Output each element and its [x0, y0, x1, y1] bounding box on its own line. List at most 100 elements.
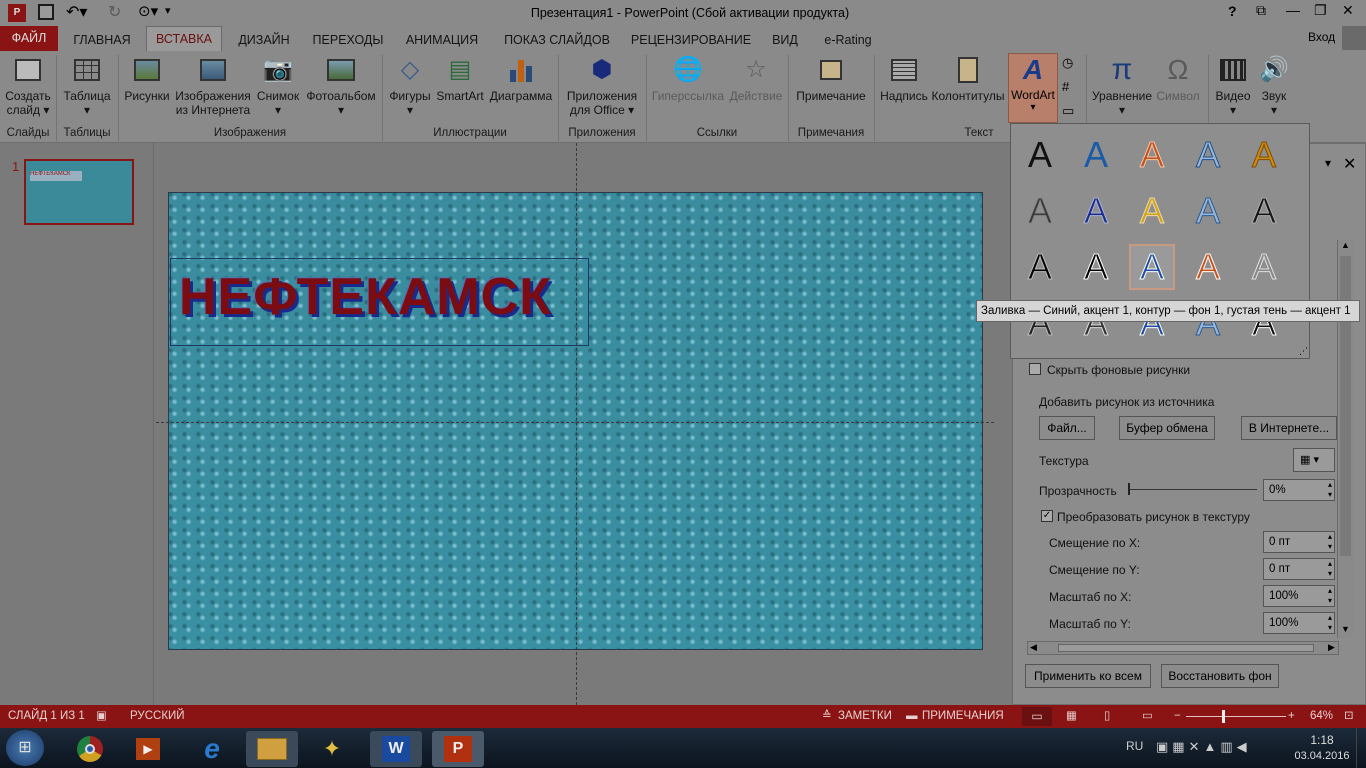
shapes-button[interactable]: ◇ Фигуры ▾ [386, 55, 434, 118]
tab-design[interactable]: ДИЗАЙН [228, 30, 300, 51]
reset-background-button[interactable]: Восстановить фон [1161, 664, 1279, 688]
input-language[interactable]: RU [1126, 739, 1143, 753]
hyperlink-button[interactable]: 🌐 Гиперссылка [650, 55, 726, 104]
wordart-style-10[interactable]: A [1241, 188, 1287, 234]
wordart-style-13[interactable]: A [1129, 244, 1175, 290]
redo-icon[interactable]: ↻ [108, 2, 121, 22]
powerpoint-icon[interactable]: P [8, 4, 26, 22]
table-button[interactable]: Таблица ▾ [58, 55, 116, 117]
customize-qat-icon[interactable]: ▾ [165, 4, 171, 17]
hide-background-checkbox[interactable] [1029, 363, 1041, 375]
taskbar-ie[interactable]: e [186, 731, 238, 767]
tray-icons[interactable]: ▣▦✕▲▥◀ [1156, 739, 1251, 755]
wordart-style-11[interactable]: A [1017, 244, 1063, 290]
equation-button[interactable]: π Уравнение ▾ [1090, 55, 1154, 118]
tab-animations[interactable]: АНИМАЦИЯ [396, 30, 488, 51]
notes-button[interactable]: ЗАМЕТКИ [838, 705, 892, 728]
pane-options-icon[interactable]: ▾ [1325, 156, 1331, 170]
avatar[interactable] [1342, 26, 1366, 50]
show-desktop-button[interactable] [1356, 728, 1366, 768]
new-slide-button[interactable]: Создать слайд ▾ [2, 55, 54, 117]
normal-view-button[interactable]: ▭ [1022, 707, 1052, 726]
help-button[interactable]: ? [1228, 3, 1237, 19]
symbol-button[interactable]: Ω Символ [1154, 55, 1202, 104]
scroll-up-icon[interactable]: ▲ [1338, 240, 1353, 250]
undo-icon[interactable]: ↶▾ [66, 2, 87, 22]
slide-number-icon[interactable]: # [1062, 79, 1069, 94]
taskbar-powerpoint[interactable]: P [432, 731, 484, 767]
chart-button[interactable]: Диаграмма [488, 55, 554, 103]
file-button[interactable]: Файл... [1039, 416, 1095, 440]
zoom-in-button[interactable]: + [1288, 705, 1295, 728]
slide-title[interactable]: НЕФТЕКАМСК [179, 267, 552, 327]
zoom-out-button[interactable]: − [1174, 705, 1181, 728]
wordart-style-5[interactable]: A [1241, 132, 1287, 178]
header-footer-button[interactable]: Колонтитулы [930, 55, 1006, 103]
taskbar-word[interactable]: W [370, 731, 422, 767]
wordart-style-2[interactable]: A [1073, 132, 1119, 178]
comments-button[interactable]: ПРИМЕЧАНИЯ [922, 705, 1004, 728]
tab-insert[interactable]: ВСТАВКА [146, 26, 222, 52]
texture-picker[interactable]: ▦ ▾ [1293, 448, 1335, 472]
pane-horizontal-scrollbar[interactable]: ◀ ▶ [1027, 641, 1339, 655]
ribbon-display-button[interactable]: ⧉ [1256, 2, 1266, 19]
action-button[interactable]: ☆ Действие [728, 55, 784, 104]
scroll-down-icon[interactable]: ▼ [1341, 624, 1350, 634]
minimize-button[interactable]: — [1286, 2, 1300, 18]
h-scroll-thumb[interactable] [1058, 644, 1314, 652]
scroll-left-icon[interactable]: ◀ [1030, 642, 1037, 653]
clock-date[interactable]: 03.04.2016 [1290, 750, 1354, 762]
wordart-style-3[interactable]: A [1129, 132, 1175, 178]
photo-album-button[interactable]: Фотоальбом ▾ [304, 55, 378, 117]
wordart-style-1[interactable]: A [1017, 132, 1063, 178]
date-time-icon[interactable]: ◷ [1062, 55, 1073, 71]
close-button[interactable]: ✕ [1342, 2, 1354, 19]
scale-y-spinner[interactable]: 100% [1263, 612, 1335, 634]
slideshow-icon[interactable]: ▭ [1142, 705, 1153, 728]
tile-checkbox[interactable]: ✓ [1041, 510, 1053, 522]
wordart-style-4[interactable]: A [1185, 132, 1231, 178]
office-apps-button[interactable]: ⬢ Приложения для Office ▾ [562, 55, 642, 118]
screenshot-button[interactable]: 📷 Снимок ▾ [254, 55, 302, 118]
language-indicator[interactable]: РУССКИЙ [130, 705, 185, 728]
wordart-style-15[interactable]: A [1241, 244, 1287, 290]
object-icon[interactable]: ▭ [1062, 103, 1074, 119]
offset-x-spinner[interactable]: 0 пт [1263, 531, 1335, 553]
zoom-level[interactable]: 64% [1310, 705, 1333, 728]
zoom-slider[interactable] [1186, 710, 1286, 723]
offset-y-spinner[interactable]: 0 пт [1263, 558, 1335, 580]
tab-file[interactable]: ФАЙЛ [0, 26, 58, 51]
reading-view-icon[interactable]: ▯ [1104, 705, 1110, 728]
transparency-slider[interactable] [1129, 489, 1257, 490]
clock-time[interactable]: 1:18 [1296, 733, 1348, 747]
spellcheck-icon[interactable]: ▣ [96, 705, 107, 728]
tab-transitions[interactable]: ПЕРЕХОДЫ [306, 30, 390, 51]
textbox-button[interactable]: Надпись [878, 55, 930, 103]
transparency-spinner[interactable]: 0% [1263, 479, 1335, 501]
notes-icon[interactable]: ≙ [822, 705, 832, 728]
save-icon[interactable] [38, 4, 54, 20]
wordart-style-14[interactable]: A [1185, 244, 1231, 290]
online-pictures-button[interactable]: Изображения из Интернета [174, 55, 252, 117]
clipboard-button[interactable]: Буфер обмена [1119, 416, 1215, 440]
pane-close-icon[interactable]: ✕ [1343, 154, 1356, 174]
zoom-thumb[interactable] [1222, 710, 1225, 723]
start-button[interactable]: ⊞ [6, 730, 44, 766]
wordart-style-6[interactable]: A [1017, 188, 1063, 234]
slide-sorter-icon[interactable]: ▦ [1066, 705, 1077, 728]
apply-all-button[interactable]: Применить ко всем [1025, 664, 1151, 688]
wordart-button[interactable]: A WordArt ▾ [1008, 53, 1058, 123]
scale-x-spinner[interactable]: 100% [1263, 585, 1335, 607]
present-icon[interactable]: ⊙▾ [138, 2, 158, 20]
fit-slide-icon[interactable]: ⊡ [1344, 705, 1354, 728]
sign-in-link[interactable]: Вход [1308, 30, 1335, 44]
scroll-right-icon[interactable]: ▶ [1328, 642, 1335, 653]
tab-slideshow[interactable]: ПОКАЗ СЛАЙДОВ [494, 30, 620, 51]
transparency-thumb[interactable] [1128, 483, 1130, 495]
resize-grip-icon[interactable]: ⋰ [1299, 346, 1308, 357]
comment-button[interactable]: Примечание [792, 55, 870, 103]
online-button[interactable]: В Интернете... [1241, 416, 1337, 440]
wordart-style-12[interactable]: A [1073, 244, 1119, 290]
wordart-style-7[interactable]: A [1073, 188, 1119, 234]
audio-button[interactable]: 🔊 Звук ▾ [1256, 55, 1292, 118]
